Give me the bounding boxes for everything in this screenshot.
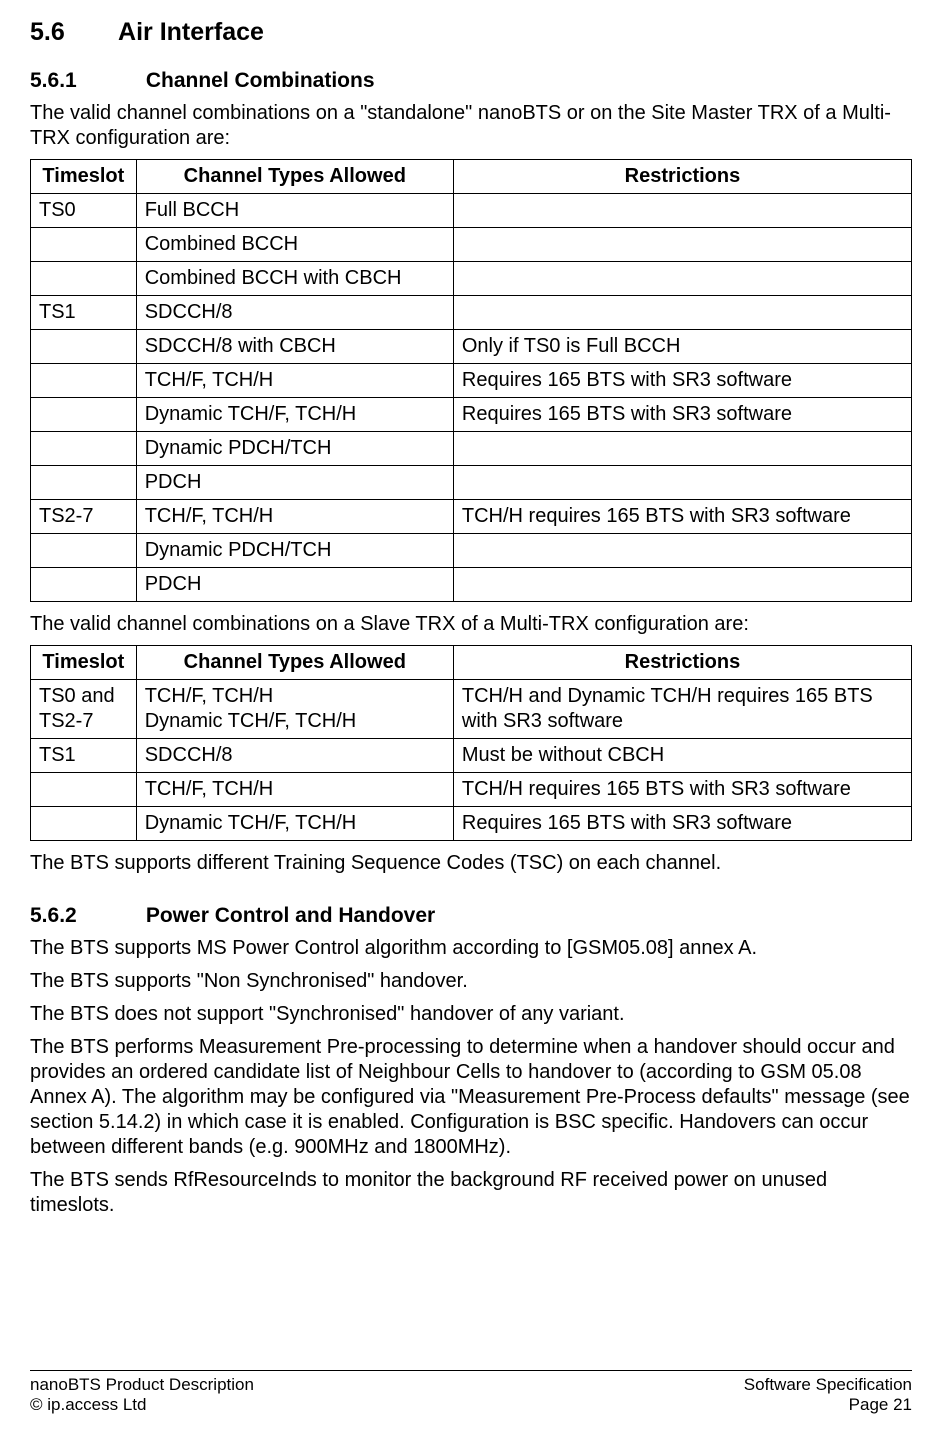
table-cell: TCH/F, TCH/HDynamic TCH/F, TCH/H [136,680,453,739]
table-row: Dynamic TCH/F, TCH/HRequires 165 BTS wit… [31,807,912,841]
table-cell: Dynamic TCH/F, TCH/H [136,398,453,432]
section-title: Air Interface [118,18,264,46]
table-header-row: Timeslot Channel Types Allowed Restricti… [31,160,912,194]
subsection-1-mid: The valid channel combinations on a Slav… [30,612,912,637]
body-paragraph: The BTS sends RfResourceInds to monitor … [30,1168,912,1218]
subsection-1-number: 5.6.1 [30,69,140,93]
table-cell [453,534,911,568]
footer-doc-title: nanoBTS Product Description [30,1375,254,1395]
body-paragraph: The BTS supports MS Power Control algori… [30,936,912,961]
table-row: TCH/F, TCH/HTCH/H requires 165 BTS with … [31,773,912,807]
table-cell [31,807,137,841]
table-cell: TS1 [31,739,137,773]
section-number: 5.6 [30,18,112,47]
table-cell: TS0 [31,194,137,228]
table-cell [31,228,137,262]
table-cell [31,773,137,807]
table-row: Dynamic PDCH/TCH [31,534,912,568]
subsection-1-intro: The valid channel combinations on a "sta… [30,101,912,151]
footer-spec: Software Specification [744,1375,912,1395]
table-row: PDCH [31,568,912,602]
table-cell: Combined BCCH with CBCH [136,262,453,296]
col-restrictions: Restrictions [453,646,911,680]
table-cell: TCH/F, TCH/H [136,773,453,807]
subsection-1-title: Channel Combinations [146,69,375,92]
col-timeslot: Timeslot [31,646,137,680]
col-channel-types: Channel Types Allowed [136,646,453,680]
table-cell: SDCCH/8 [136,296,453,330]
subsection-1-heading: 5.6.1 Channel Combinations [30,69,912,93]
body-paragraph: The BTS performs Measurement Pre-process… [30,1035,912,1160]
table-cell: TS0 and TS2-7 [31,680,137,739]
table-cell [31,534,137,568]
table-cell: Full BCCH [136,194,453,228]
table-row: Combined BCCH [31,228,912,262]
table-cell: Dynamic PDCH/TCH [136,432,453,466]
footer-page: Page 21 [744,1395,912,1415]
table-cell: TCH/F, TCH/H [136,364,453,398]
table-cell: PDCH [136,568,453,602]
table-cell [453,568,911,602]
table-cell: SDCCH/8 with CBCH [136,330,453,364]
table-cell: PDCH [136,466,453,500]
subsection-1-outro: The BTS supports different Training Sequ… [30,851,912,876]
footer-copyright: © ip.access Ltd [30,1395,254,1415]
table-cell [31,432,137,466]
table-cell: TCH/H requires 165 BTS with SR3 software [453,500,911,534]
table-cell: TS1 [31,296,137,330]
subsection-2-title: Power Control and Handover [146,904,435,927]
table-cell: Requires 165 BTS with SR3 software [453,398,911,432]
subsection-2-number: 5.6.2 [30,904,140,928]
table-cell: TCH/F, TCH/H [136,500,453,534]
table-cell [31,568,137,602]
table-cell [453,194,911,228]
table-cell [31,466,137,500]
section-heading: 5.6 Air Interface [30,18,912,47]
table-cell: TCH/H requires 165 BTS with SR3 software [453,773,911,807]
page-footer: nanoBTS Product Description © ip.access … [30,1370,912,1415]
table-cell [31,398,137,432]
table-cell: Combined BCCH [136,228,453,262]
table-row: TS0 and TS2-7TCH/F, TCH/HDynamic TCH/F, … [31,680,912,739]
col-channel-types: Channel Types Allowed [136,160,453,194]
table-row: SDCCH/8 with CBCHOnly if TS0 is Full BCC… [31,330,912,364]
table-row: Combined BCCH with CBCH [31,262,912,296]
table-cell: Dynamic TCH/F, TCH/H [136,807,453,841]
table-cell: Requires 165 BTS with SR3 software [453,807,911,841]
table-row: TS2-7TCH/F, TCH/HTCH/H requires 165 BTS … [31,500,912,534]
table-row: TS1SDCCH/8Must be without CBCH [31,739,912,773]
table-cell [31,364,137,398]
table-row: Dynamic PDCH/TCH [31,432,912,466]
table-cell [453,296,911,330]
subsection-2-heading: 5.6.2 Power Control and Handover [30,904,912,928]
table-cell [453,228,911,262]
body-paragraph: The BTS supports "Non Synchronised" hand… [30,969,912,994]
table-cell [31,262,137,296]
channel-table-2: Timeslot Channel Types Allowed Restricti… [30,645,912,841]
table-row: TS1SDCCH/8 [31,296,912,330]
channel-table-1: Timeslot Channel Types Allowed Restricti… [30,159,912,602]
table-cell [453,262,911,296]
col-timeslot: Timeslot [31,160,137,194]
table-cell [31,330,137,364]
table-cell [453,432,911,466]
table-row: PDCH [31,466,912,500]
col-restrictions: Restrictions [453,160,911,194]
table-cell: SDCCH/8 [136,739,453,773]
table-cell: TS2-7 [31,500,137,534]
table-cell: Dynamic PDCH/TCH [136,534,453,568]
table-header-row: Timeslot Channel Types Allowed Restricti… [31,646,912,680]
table-row: TS0Full BCCH [31,194,912,228]
table-row: TCH/F, TCH/HRequires 165 BTS with SR3 so… [31,364,912,398]
table-cell: Requires 165 BTS with SR3 software [453,364,911,398]
page-content: 5.6 Air Interface 5.6.1 Channel Combinat… [30,18,912,1370]
table-cell: Only if TS0 is Full BCCH [453,330,911,364]
table-cell: Must be without CBCH [453,739,911,773]
body-paragraph: The BTS does not support "Synchronised" … [30,1002,912,1027]
table-cell [453,466,911,500]
table-row: Dynamic TCH/F, TCH/HRequires 165 BTS wit… [31,398,912,432]
table-cell: TCH/H and Dynamic TCH/H requires 165 BTS… [453,680,911,739]
